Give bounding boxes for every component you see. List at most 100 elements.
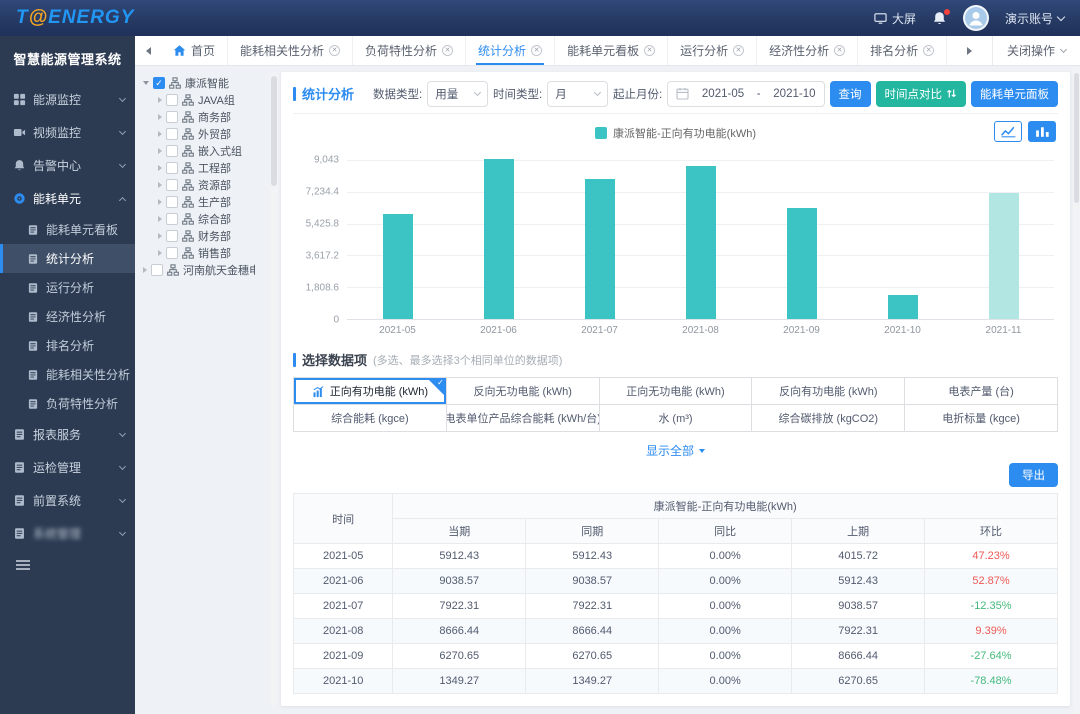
collapse-sidebar-icon[interactable] — [15, 558, 31, 570]
tree-caret-icon[interactable] — [158, 114, 162, 120]
tab-item[interactable]: 能耗相关性分析✕ — [228, 36, 353, 65]
time-type-select[interactable]: 月 — [547, 81, 608, 107]
line-chart-toggle[interactable] — [994, 121, 1022, 142]
bar[interactable] — [686, 166, 716, 319]
bar[interactable] — [787, 208, 817, 319]
tab-home[interactable]: 首页 — [161, 36, 228, 65]
tree-checkbox[interactable] — [166, 230, 178, 242]
query-button[interactable]: 查询 — [830, 81, 871, 107]
tree-checkbox[interactable] — [166, 94, 178, 106]
sidebar-subitem[interactable]: 排名分析 — [0, 331, 135, 360]
data-type-select[interactable]: 用量 — [427, 81, 488, 107]
tab-close-icon[interactable]: ✕ — [329, 45, 340, 56]
tree-caret-icon[interactable] — [158, 131, 162, 137]
big-screen-button[interactable]: 大屏 — [874, 10, 916, 27]
window-scrollbar[interactable] — [1073, 67, 1080, 714]
tree-caret-icon[interactable] — [143, 81, 149, 85]
tree-checkbox[interactable] — [166, 213, 178, 225]
tab-item[interactable]: 统计分析✕ — [466, 36, 555, 65]
sidebar-item-alarm-center[interactable]: 告警中心 — [0, 149, 135, 182]
data-item-cell[interactable]: 电表产量 (台) — [905, 378, 1058, 405]
tree-node[interactable]: ✓康派智能 — [143, 74, 269, 91]
account-menu[interactable]: 演示账号 — [1005, 10, 1064, 27]
tree-node[interactable]: 资源部 — [143, 176, 269, 193]
tree-caret-icon[interactable] — [158, 97, 162, 103]
tree-caret-icon[interactable] — [158, 216, 162, 222]
tree-scrollbar[interactable] — [270, 72, 278, 706]
tab-close-icon[interactable]: ✕ — [442, 45, 453, 56]
compare-button[interactable]: 时间点对比 — [876, 81, 967, 107]
show-all-link[interactable]: 显示全部 — [293, 442, 1058, 459]
bar[interactable] — [989, 193, 1019, 319]
notifications-button[interactable] — [932, 11, 947, 26]
tree-checkbox[interactable] — [166, 128, 178, 140]
tree-caret-icon[interactable] — [158, 199, 162, 205]
tab-close-icon[interactable]: ✕ — [644, 45, 655, 56]
export-button[interactable]: 导出 — [1009, 463, 1058, 487]
tree-node[interactable]: JAVA组 — [143, 91, 269, 108]
tree-node[interactable]: 销售部 — [143, 244, 269, 261]
tree-checkbox[interactable] — [166, 145, 178, 157]
sidebar-item-energy-unit[interactable]: 能耗单元 — [0, 182, 135, 215]
sidebar-item-video-monitor[interactable]: 视频监控 — [0, 116, 135, 149]
avatar[interactable] — [963, 5, 989, 31]
bar[interactable] — [383, 214, 413, 319]
tree-checkbox[interactable] — [166, 247, 178, 259]
tabs-scroll-right-icon[interactable] — [957, 36, 983, 65]
tree-node[interactable]: 外贸部 — [143, 125, 269, 142]
bar[interactable] — [888, 295, 918, 319]
data-item-cell[interactable]: 反向有功电能 (kWh) — [752, 378, 905, 405]
tree-caret-icon[interactable] — [158, 148, 162, 154]
tree-caret-icon[interactable] — [158, 165, 162, 171]
data-item-cell[interactable]: ✓正向有功电能 (kWh) — [294, 378, 447, 405]
tree-caret-icon[interactable] — [158, 182, 162, 188]
sidebar-subitem[interactable]: 能耗相关性分析 — [0, 360, 135, 389]
tab-item[interactable]: 运行分析✕ — [668, 36, 757, 65]
sidebar-subitem[interactable]: 负荷特性分析 — [0, 389, 135, 418]
tree-checkbox[interactable]: ✓ — [153, 77, 165, 89]
tab-item[interactable]: 负荷特性分析✕ — [353, 36, 466, 65]
sidebar-item-blurred-system[interactable]: 系统管理 — [0, 517, 135, 550]
unit-panel-button[interactable]: 能耗单元面板 — [971, 81, 1058, 107]
tree-node[interactable]: 河南航天金穗电子有 — [143, 261, 269, 278]
sidebar-item-frontend-system[interactable]: 前置系统 — [0, 484, 135, 517]
bar-chart-toggle[interactable] — [1028, 121, 1056, 142]
data-item-cell[interactable]: 电表单位产品综合能耗 (kWh/台) — [447, 405, 600, 432]
sidebar-item-report-service[interactable]: 报表服务 — [0, 418, 135, 451]
bar[interactable] — [585, 179, 615, 319]
tab-close-icon[interactable]: ✕ — [923, 45, 934, 56]
tree-node[interactable]: 生产部 — [143, 193, 269, 210]
scrollbar-thumb[interactable] — [271, 76, 277, 186]
tree-caret-icon[interactable] — [158, 250, 162, 256]
tree-node[interactable]: 财务部 — [143, 227, 269, 244]
sidebar-subitem[interactable]: 经济性分析 — [0, 302, 135, 331]
bar[interactable] — [484, 159, 514, 319]
close-operations-menu[interactable]: 关闭操作 — [992, 36, 1080, 65]
data-item-cell[interactable]: 电折标量 (kgce) — [905, 405, 1058, 432]
data-item-cell[interactable]: 反向无功电能 (kWh) — [447, 378, 600, 405]
tree-caret-icon[interactable] — [143, 267, 147, 273]
tree-checkbox[interactable] — [166, 179, 178, 191]
tab-item[interactable]: 排名分析✕ — [858, 36, 947, 65]
month-range-picker[interactable]: 2021-05 - 2021-10 — [667, 81, 824, 107]
tab-close-icon[interactable]: ✕ — [531, 45, 542, 56]
data-item-cell[interactable]: 综合碳排放 (kgCO2) — [752, 405, 905, 432]
sidebar-item-ops-management[interactable]: 运检管理 — [0, 451, 135, 484]
tab-close-icon[interactable]: ✕ — [834, 45, 845, 56]
tree-node[interactable]: 嵌入式组 — [143, 142, 269, 159]
data-item-cell[interactable]: 正向无功电能 (kWh) — [600, 378, 753, 405]
tree-node[interactable]: 综合部 — [143, 210, 269, 227]
scrollbar-thumb[interactable] — [1074, 73, 1079, 203]
sidebar-subitem[interactable]: 能耗单元看板 — [0, 215, 135, 244]
tab-item[interactable]: 经济性分析✕ — [757, 36, 858, 65]
tabs-scroll-left-icon[interactable] — [135, 36, 161, 65]
tree-checkbox[interactable] — [166, 196, 178, 208]
tree-checkbox[interactable] — [166, 162, 178, 174]
tree-checkbox[interactable] — [166, 111, 178, 123]
data-item-cell[interactable]: 综合能耗 (kgce) — [294, 405, 447, 432]
sidebar-item-energy-monitor[interactable]: 能源监控 — [0, 83, 135, 116]
sidebar-subitem[interactable]: 运行分析 — [0, 273, 135, 302]
tree-node[interactable]: 商务部 — [143, 108, 269, 125]
tree-node[interactable]: 工程部 — [143, 159, 269, 176]
tab-item[interactable]: 能耗单元看板✕ — [555, 36, 668, 65]
